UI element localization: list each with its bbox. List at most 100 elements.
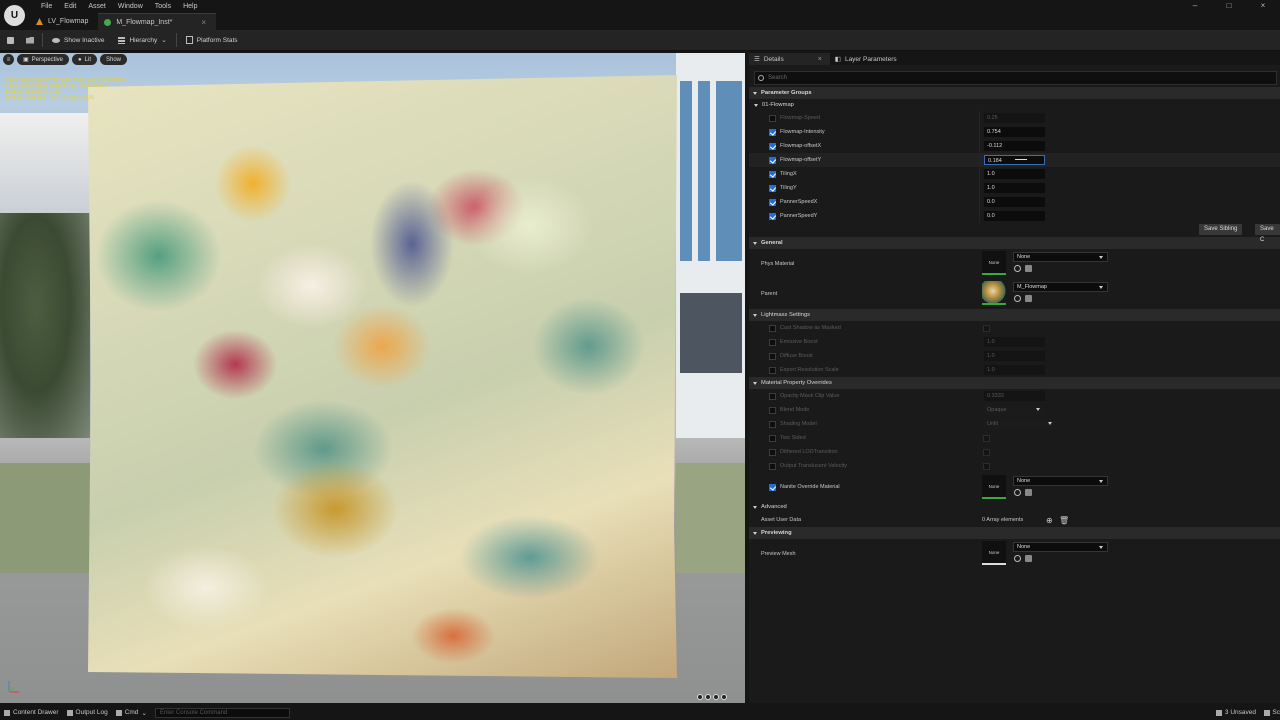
close-window-icon[interactable]: × xyxy=(1246,0,1280,12)
use-selected-icon[interactable] xyxy=(1014,265,1021,272)
section-material-property-overrides[interactable]: Material Property Overrides xyxy=(749,377,1280,389)
trash-icon[interactable]: 🗑 xyxy=(1059,516,1069,525)
param-value-input[interactable]: 0.0 xyxy=(984,211,1045,221)
value-checkbox[interactable] xyxy=(983,462,990,470)
preview-mesh-thumbnail[interactable]: None xyxy=(982,541,1006,565)
content-drawer-button[interactable]: Content Drawer xyxy=(0,705,63,720)
add-element-icon[interactable]: ⊕ xyxy=(1046,516,1053,525)
override-checkbox[interactable] xyxy=(769,352,776,360)
menu-help[interactable]: Help xyxy=(177,2,203,11)
param-value-input[interactable]: 0.184 xyxy=(984,155,1045,165)
param-enable-checkbox[interactable] xyxy=(769,170,776,178)
details-search-input[interactable]: Search xyxy=(754,71,1277,85)
nanite-thumbnail[interactable]: None xyxy=(982,475,1006,499)
group-01-flowmap[interactable]: 01-Flowmap xyxy=(749,99,1280,111)
preview-viewport[interactable]: ≡ ▣ Perspective ● Lit Show Base pass sha… xyxy=(0,53,745,703)
parent-dropdown[interactable]: M_Flowmap xyxy=(1013,282,1108,292)
section-lightmass[interactable]: Lightmass Settings xyxy=(749,309,1280,321)
menu-edit[interactable]: Edit xyxy=(58,2,82,11)
browse-folder-icon[interactable] xyxy=(1025,555,1032,562)
param-value-input[interactable]: 0.25 xyxy=(984,113,1045,123)
teapot-preview-icon[interactable] xyxy=(721,694,727,700)
override-checkbox[interactable] xyxy=(769,434,776,442)
tab-lv-flowmap[interactable]: LV_Flowmap xyxy=(30,13,98,30)
save-sibling-button[interactable]: Save Sibling xyxy=(1199,224,1243,235)
override-checkbox[interactable] xyxy=(769,338,776,346)
lightmass-value[interactable]: 1.0 xyxy=(984,351,1045,361)
value-checkbox[interactable] xyxy=(983,448,990,456)
preview-mesh-dropdown[interactable]: None xyxy=(1013,542,1108,552)
output-log-button[interactable]: Output Log xyxy=(63,705,112,720)
source-control-button[interactable]: Sc xyxy=(1264,709,1280,716)
lightmass-value[interactable]: 1.0 xyxy=(984,337,1045,347)
section-advanced[interactable]: Advanced xyxy=(749,501,1280,513)
use-selected-icon[interactable] xyxy=(1014,555,1021,562)
param-value-input[interactable]: 0.0 xyxy=(984,197,1045,207)
nanite-dropdown[interactable]: None xyxy=(1013,476,1108,486)
unsaved-indicator[interactable]: 3 Unsaved xyxy=(1215,709,1256,716)
override-checkbox[interactable] xyxy=(769,392,776,400)
browse-folder-icon[interactable] xyxy=(1025,489,1032,496)
platform-stats-button[interactable]: Platform Stats xyxy=(179,30,245,50)
shading-model-dropdown[interactable]: Unlit xyxy=(984,419,1056,429)
browse-folder-icon[interactable] xyxy=(1025,295,1032,302)
blend-mode-dropdown[interactable]: Opaque xyxy=(984,405,1044,415)
browse-folder-icon[interactable] xyxy=(1025,265,1032,272)
phys-material-dropdown[interactable]: None xyxy=(1013,252,1108,262)
menu-window[interactable]: Window xyxy=(112,2,149,11)
param-value-input[interactable]: 1.0 xyxy=(984,169,1045,179)
minimize-icon[interactable]: – xyxy=(1178,0,1212,12)
value-checkbox[interactable] xyxy=(983,434,990,442)
cube-preview-icon[interactable] xyxy=(705,694,711,700)
close-tab-icon[interactable]: × xyxy=(201,18,206,27)
opacity-mask-value[interactable]: 0.3333 xyxy=(984,391,1045,401)
parent-material-thumbnail[interactable] xyxy=(982,281,1006,305)
tab-details[interactable]: ☰ Details × xyxy=(749,53,830,65)
browse-button[interactable] xyxy=(20,30,40,50)
menu-tools[interactable]: Tools xyxy=(149,2,177,11)
override-checkbox[interactable] xyxy=(769,366,776,374)
hierarchy-button[interactable]: Hierarchy ⌄ xyxy=(111,30,173,50)
param-enable-checkbox[interactable] xyxy=(769,198,776,206)
param-enable-checkbox[interactable] xyxy=(769,128,776,136)
menu-file[interactable]: File xyxy=(35,2,58,11)
lightmass-value[interactable]: 1.0 xyxy=(984,365,1045,375)
viewport-menu-button[interactable]: ≡ xyxy=(3,54,14,65)
plane-preview-icon[interactable] xyxy=(713,694,719,700)
param-value-input[interactable]: -0.112 xyxy=(984,141,1045,151)
show-button[interactable]: Show xyxy=(100,54,128,65)
tab-layer-parameters[interactable]: ◧ Layer Parameters xyxy=(830,53,905,65)
perspective-button[interactable]: ▣ Perspective xyxy=(17,54,70,65)
save-button[interactable] xyxy=(0,30,20,50)
param-enable-checkbox[interactable] xyxy=(769,156,776,164)
param-value-input[interactable]: 0.754 xyxy=(984,127,1045,137)
section-previewing[interactable]: Previewing xyxy=(749,527,1280,539)
use-selected-icon[interactable] xyxy=(1014,295,1021,302)
menu-asset[interactable]: Asset xyxy=(82,2,112,11)
override-checkbox[interactable] xyxy=(769,420,776,428)
tab-m-flowmap-inst[interactable]: M_Flowmap_Inst* × xyxy=(98,13,217,30)
param-enable-checkbox[interactable] xyxy=(769,184,776,192)
cmd-dropdown[interactable]: Cmd ⌄ xyxy=(112,705,151,720)
maximize-icon[interactable]: □ xyxy=(1212,0,1246,12)
close-tab-icon[interactable]: × xyxy=(818,56,822,63)
override-checkbox[interactable] xyxy=(769,462,776,470)
param-value-input[interactable]: 1.0 xyxy=(984,183,1045,193)
override-checkbox[interactable] xyxy=(769,406,776,414)
phys-material-thumbnail[interactable]: None xyxy=(982,251,1006,275)
override-checkbox[interactable] xyxy=(769,483,776,491)
lit-button[interactable]: ● Lit xyxy=(72,54,97,65)
override-checkbox[interactable] xyxy=(769,324,776,332)
save-child-button[interactable]: Save C xyxy=(1255,224,1280,243)
param-enable-checkbox[interactable] xyxy=(769,142,776,150)
unreal-logo-icon[interactable]: U xyxy=(4,5,25,26)
section-parameter-groups[interactable]: Parameter Groups xyxy=(749,87,1280,99)
use-selected-icon[interactable] xyxy=(1014,489,1021,496)
console-command-input[interactable]: Enter Console Command xyxy=(154,707,290,718)
param-enable-checkbox[interactable] xyxy=(769,114,776,122)
param-enable-checkbox[interactable] xyxy=(769,212,776,220)
sphere-preview-icon[interactable] xyxy=(697,694,703,700)
show-inactive-button[interactable]: Show Inactive xyxy=(45,30,111,50)
value-checkbox[interactable] xyxy=(983,324,990,332)
section-general[interactable]: General xyxy=(749,237,1280,249)
